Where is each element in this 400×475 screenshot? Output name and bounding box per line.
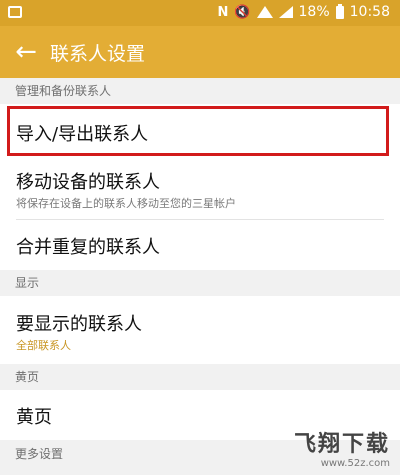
clock: 10:58 <box>349 4 390 20</box>
merge-duplicates-label: 合并重复的联系人 <box>16 237 160 258</box>
move-device-contacts-subtitle: 将保存在设备上的联系人移动至您的三星帐户 <box>16 197 236 210</box>
notification-icon <box>8 6 22 18</box>
battery-percent: 18% <box>298 4 330 20</box>
nfc-icon: N <box>217 4 229 20</box>
contacts-to-display-label: 要显示的联系人 <box>16 314 142 335</box>
back-arrow-icon[interactable]: ← <box>12 38 40 66</box>
contacts-to-display-item[interactable]: 要显示的联系人 全部联系人 <box>0 296 400 364</box>
status-bar: N 🔇 18% 10:58 <box>0 0 400 26</box>
move-device-contacts-label: 移动设备的联系人 <box>16 172 160 193</box>
page-title: 联系人设置 <box>50 43 146 65</box>
signal-icon <box>278 6 293 18</box>
watermark-url: www.52z.com <box>320 458 390 469</box>
section-header-manage: 管理和备份联系人 <box>0 78 400 104</box>
contacts-to-display-value: 全部联系人 <box>16 339 71 352</box>
section-header-display: 显示 <box>0 270 400 296</box>
mute-icon: 🔇 <box>234 4 251 20</box>
merge-duplicates-item[interactable]: 合并重复的联系人 <box>0 220 400 270</box>
watermark: 飞翔下载 www.52z.com <box>294 426 390 469</box>
battery-icon <box>335 3 344 19</box>
status-icons: N 🔇 18% 10:58 <box>217 3 390 20</box>
wifi-icon <box>256 6 273 18</box>
yellow-pages-label: 黄页 <box>16 407 52 428</box>
move-device-contacts-item[interactable]: 移动设备的联系人 将保存在设备上的联系人移动至您的三星帐户 <box>0 158 400 220</box>
section-header-yellow-pages: 黄页 <box>0 364 400 390</box>
watermark-logo: 飞翔下载 <box>293 432 390 457</box>
highlight-box <box>7 106 389 156</box>
app-bar: ← 联系人设置 <box>0 26 400 78</box>
